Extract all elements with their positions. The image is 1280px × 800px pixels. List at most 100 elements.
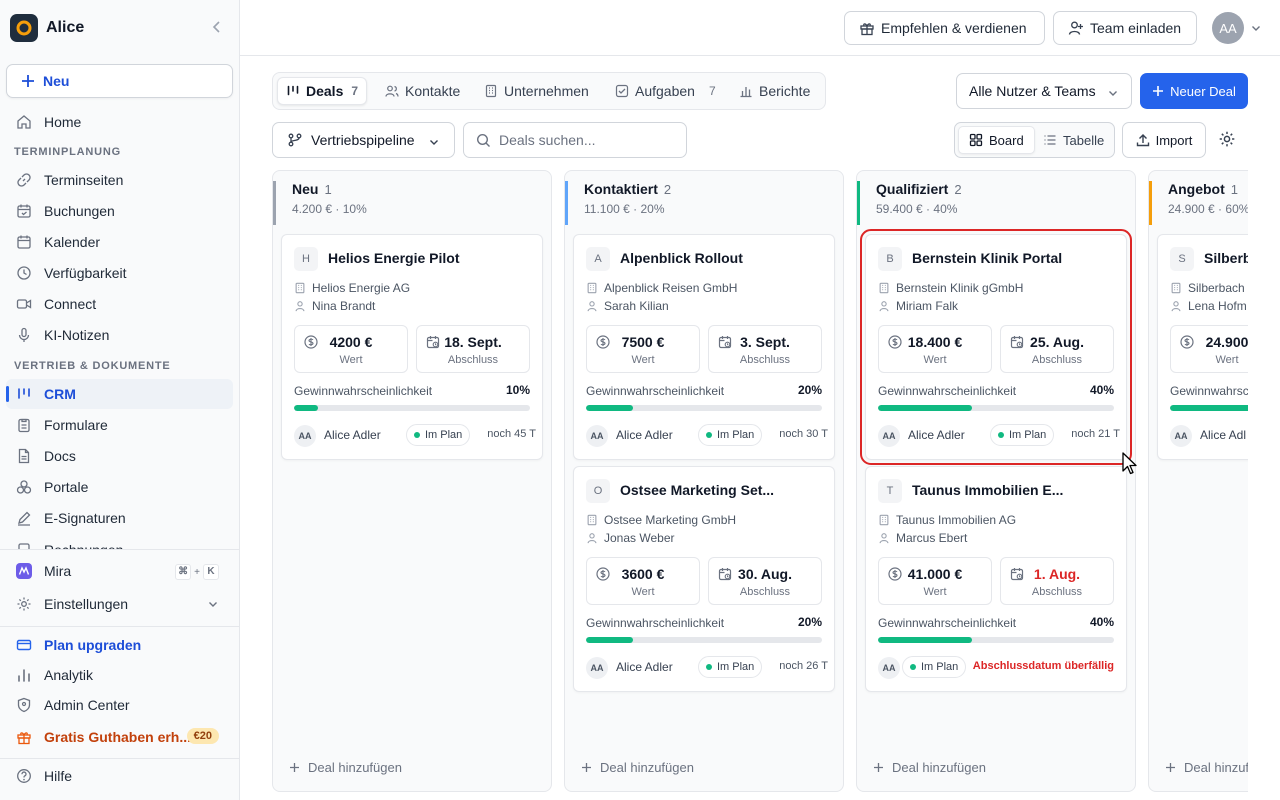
user-avatar[interactable]: AA xyxy=(1212,12,1244,44)
sidebar-item-label: Kalender xyxy=(44,234,101,250)
upload-icon xyxy=(1136,134,1149,147)
deal-title[interactable]: Bernstein Klinik Portal xyxy=(912,250,1062,266)
sidebar-item-forms[interactable]: Formulare xyxy=(6,410,233,440)
user-plus-icon xyxy=(1068,21,1083,35)
deal-initial-avatar: B xyxy=(878,247,902,271)
owner-avatar: AA xyxy=(586,657,608,679)
column-header: Qualifiziert 2 59.400 € · 40% xyxy=(857,181,1057,225)
users-teams-select[interactable]: Alle Nutzer & Teams xyxy=(956,73,1132,109)
sidebar-item-home[interactable]: Home xyxy=(6,107,233,137)
column-summary: 11.100 € · 20% xyxy=(584,202,665,216)
kanban-icon xyxy=(287,85,299,96)
sidebar-item-bookings[interactable]: Buchungen xyxy=(6,196,233,226)
new-button[interactable]: Neu xyxy=(6,64,233,98)
sidebar-item-mira[interactable]: Mira ⌘ + K xyxy=(6,556,233,586)
tab-tasks[interactable]: Aufgaben 7 xyxy=(607,77,724,105)
import-button[interactable]: Import xyxy=(1122,122,1206,158)
column-count: 2 xyxy=(663,182,672,197)
contact-name: Lena Hofm xyxy=(1188,299,1247,313)
sidebar-item-crm[interactable]: CRM xyxy=(6,379,233,409)
contact-name: Jonas Weber xyxy=(604,531,675,545)
view-board-button[interactable]: Board xyxy=(958,126,1035,154)
probability-label: Gewinnwahrscheinlichkeit xyxy=(586,384,725,398)
deal-card[interactable]: A Alpenblick Rollout Alpenblick Reisen Gmb… xyxy=(573,234,835,460)
column-header: Angebot 1 24.900 € · 60% xyxy=(1149,181,1248,225)
sidebar-item-admin-center[interactable]: Admin Center xyxy=(6,690,233,720)
sidebar-item-settings[interactable]: Einstellungen xyxy=(6,589,233,619)
view-table-button[interactable]: Tabelle xyxy=(1033,126,1114,154)
owner-name: Alice Adler xyxy=(616,428,673,442)
sidebar-item-docs[interactable]: Docs xyxy=(6,441,233,471)
days-remaining: noch 26 T xyxy=(779,660,828,672)
add-deal-button[interactable]: Deal hinzufügen xyxy=(1165,760,1248,775)
add-deal-button[interactable]: Deal hinzufügen xyxy=(289,760,402,775)
status-label: Im Plan xyxy=(425,429,463,441)
tab-label: Berichte xyxy=(759,83,811,99)
sidebar-item-portals[interactable]: Portale xyxy=(6,472,233,502)
tab-reports[interactable]: Berichte xyxy=(731,77,818,105)
user-icon xyxy=(879,301,889,312)
column-contacted: Kontaktiert 2 11.100 € · 20% A Alpenblick … xyxy=(564,170,844,792)
deal-title[interactable]: Helios Energie Pilot xyxy=(328,250,459,266)
credit-badge: €20 xyxy=(186,728,219,744)
new-deal-button[interactable]: Neuer Deal xyxy=(1140,73,1248,109)
refer-button[interactable]: Empfehlen & verdienen xyxy=(844,11,1045,45)
sidebar-item-free-credit[interactable]: Gratis Guthaben erh... €20 xyxy=(6,722,233,752)
checkbox-icon xyxy=(615,84,629,98)
chevron-down-icon xyxy=(1109,91,1117,96)
deal-title[interactable]: Ostsee Marketing Set... xyxy=(620,482,774,498)
company-name: Silberbach xyxy=(1188,281,1245,295)
sidebar-item-connect[interactable]: Connect xyxy=(6,289,233,319)
deal-card[interactable]: H Helios Energie Pilot Helios Energie AG Ni… xyxy=(281,234,543,460)
sidebar-item-esignatures[interactable]: E-Signaturen xyxy=(6,503,233,533)
status-badge: Im Plan xyxy=(698,424,763,446)
deal-value-label: Wert xyxy=(923,586,947,598)
invite-team-button[interactable]: Team einladen xyxy=(1053,11,1197,45)
deal-value: 24.900 xyxy=(1205,334,1248,350)
deal-card[interactable]: O Ostsee Marketing Set... Ostsee Marketing… xyxy=(573,466,835,692)
column-new: Neu 1 4.200 € · 10% H Helios Energie Pilot… xyxy=(272,170,552,792)
probability-bar xyxy=(878,637,1114,643)
tab-deals[interactable]: Deals 7 xyxy=(277,77,368,105)
sidebar-item-label: Gratis Guthaben erh... xyxy=(44,729,192,745)
collapse-sidebar-icon[interactable] xyxy=(210,20,224,34)
sidebar-item-ai-notes[interactable]: KI-Notizen xyxy=(6,320,233,350)
deal-contact: Nina Brandt xyxy=(294,299,375,313)
sidebar-item-help[interactable]: Hilfe xyxy=(6,761,233,791)
sidebar-item-analytics[interactable]: Analytik xyxy=(6,660,233,690)
deal-title[interactable]: Silberbach xyxy=(1204,250,1248,266)
deal-card[interactable]: S Silberbach Silberbach Lena Hofm 24.900 Wert… xyxy=(1157,234,1248,460)
days-remaining: noch 21 T xyxy=(1071,428,1120,440)
building-icon xyxy=(879,282,889,294)
sidebar-item-availability[interactable]: Verfügbarkeit xyxy=(6,258,233,288)
sidebar: Alice Neu Home TERMINPLANUNG Terminseite… xyxy=(0,0,240,800)
probability-value: 20% xyxy=(797,615,822,629)
pipeline-select[interactable]: Vertriebspipeline xyxy=(272,122,455,158)
tab-label: Kontakte xyxy=(405,83,461,99)
deal-card[interactable]: B Bernstein Klinik Portal Bernstein Klinik… xyxy=(860,229,1132,465)
sidebar-item-upgrade[interactable]: Plan upgraden xyxy=(6,630,233,660)
deal-card[interactable]: T Taunus Immobilien E... Taunus Immobilien… xyxy=(865,466,1127,692)
sidebar-divider xyxy=(0,626,239,627)
board-settings-gear-icon[interactable] xyxy=(1218,130,1236,148)
deal-title[interactable]: Alpenblick Rollout xyxy=(620,250,743,266)
workspace-switcher[interactable]: Alice xyxy=(10,14,230,42)
sidebar-item-label: Einstellungen xyxy=(44,596,129,612)
deal-close-date: 25. Aug. xyxy=(1030,334,1084,350)
column-summary: 24.900 € · 60% xyxy=(1168,202,1248,216)
deal-close-date: 1. Aug. xyxy=(1033,566,1081,582)
tab-contacts[interactable]: Kontakte xyxy=(377,77,468,105)
probability-bar-fill xyxy=(1170,405,1248,411)
sidebar-item-calendar[interactable]: Kalender xyxy=(6,227,233,257)
deal-value: 7500 € xyxy=(621,334,665,350)
status-label: Im Plan xyxy=(1009,429,1047,441)
tab-companies[interactable]: Unternehmen xyxy=(476,77,597,105)
deal-close-label: Abschluss xyxy=(1031,354,1083,366)
probability-label: Gewinnwahrscheinlichkeit xyxy=(294,384,433,398)
add-deal-button[interactable]: Deal hinzufügen xyxy=(873,760,986,775)
add-deal-button[interactable]: Deal hinzufügen xyxy=(581,760,694,775)
sidebar-item-booking-pages[interactable]: Terminseiten xyxy=(6,165,233,195)
search-input[interactable] xyxy=(499,132,669,148)
chevron-down-icon[interactable] xyxy=(1250,22,1262,34)
deal-title[interactable]: Taunus Immobilien E... xyxy=(912,482,1063,498)
